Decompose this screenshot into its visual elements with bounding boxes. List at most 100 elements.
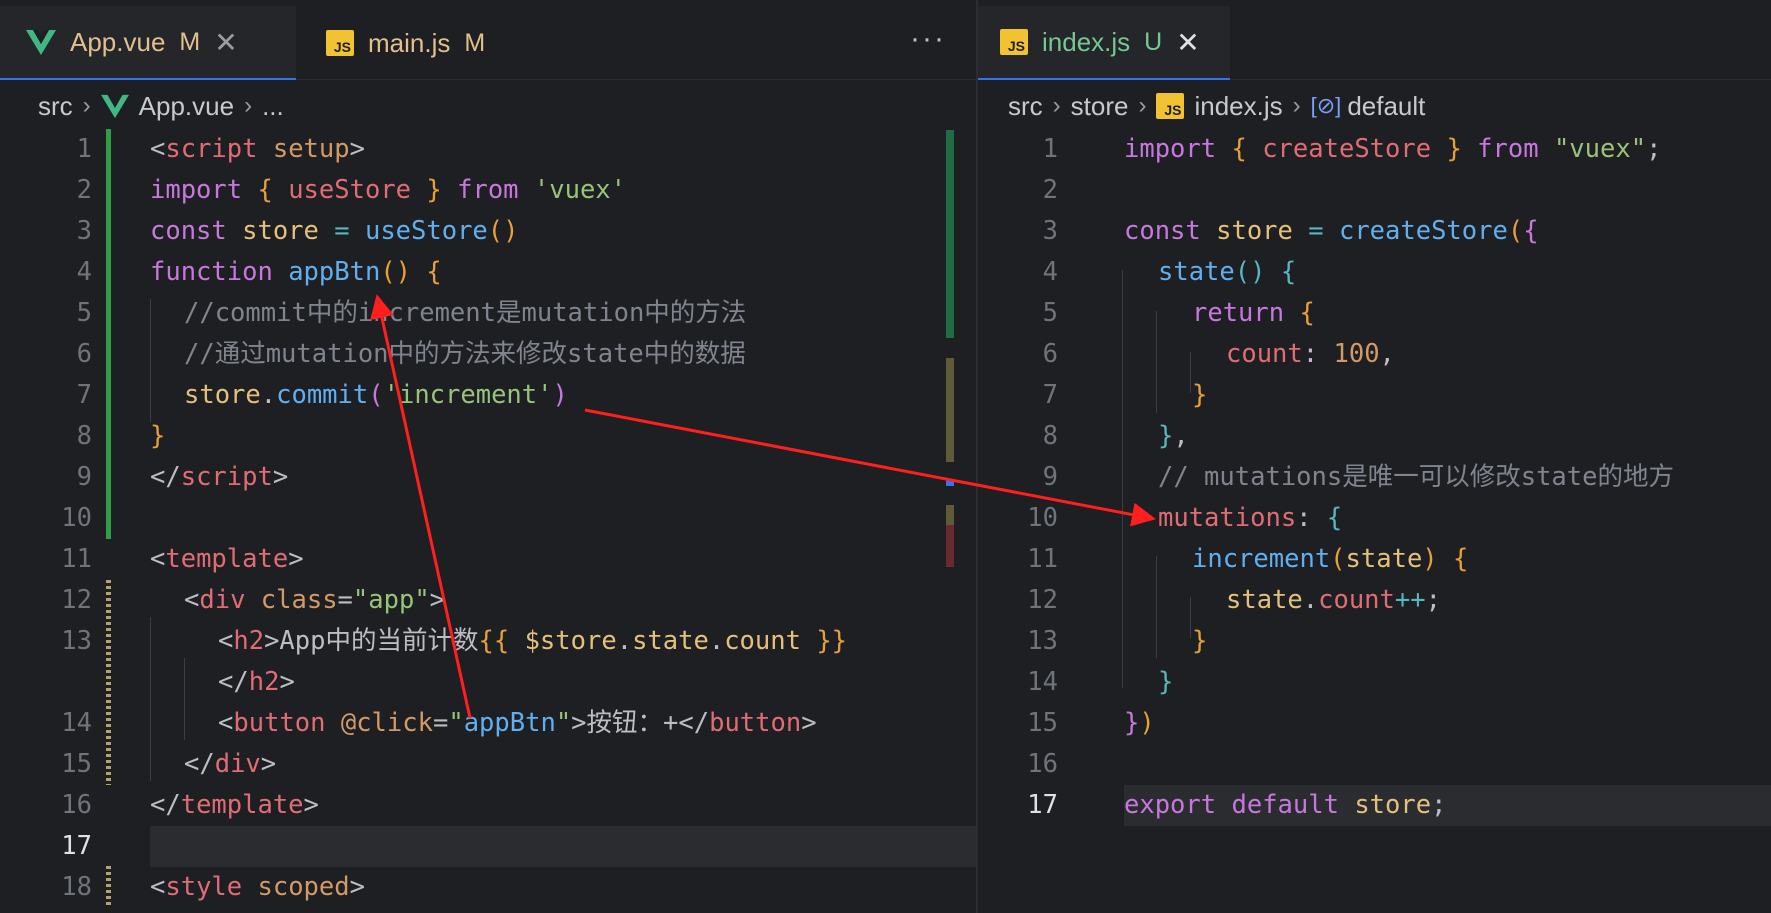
line-number: 13	[61, 626, 92, 656]
close-icon[interactable]: ✕	[214, 26, 237, 59]
js-icon: JS	[326, 30, 354, 56]
code-line: 11 increment(state) {	[978, 539, 1771, 580]
line-number: 10	[1027, 503, 1058, 533]
code-line: 14 <button @click="appBtn">按钮：+</button>	[0, 703, 976, 744]
code-line: 10 mutations: {	[978, 498, 1771, 539]
breadcrumb-symbol[interactable]: ...	[262, 91, 284, 122]
chevron-right-icon: ›	[1138, 92, 1147, 119]
tab-label: main.js	[368, 27, 451, 58]
tab-label: index.js	[1042, 26, 1131, 57]
line-number: 2	[1042, 175, 1058, 205]
line-number: 3	[1042, 216, 1058, 246]
line-number: 7	[76, 380, 92, 410]
code-line-current: 17 export default store;	[978, 785, 1771, 826]
tab-index-js[interactable]: JS index.js U ✕	[978, 6, 1230, 80]
code-line: 2	[978, 170, 1771, 211]
line-number: 4	[76, 257, 92, 287]
line-number: 1	[76, 134, 92, 164]
code-line: 8}	[0, 416, 976, 457]
code-editor-left[interactable]: 1 <script setup> 2 import { useStore } fro…	[0, 129, 976, 908]
line-number: 10	[61, 503, 92, 533]
untracked-badge: U	[1144, 27, 1163, 56]
symbol-variable-icon: [⊘]	[1310, 93, 1342, 118]
tab-app-vue[interactable]: App.vue M ✕	[0, 6, 296, 80]
code-line: 11 <template>	[0, 539, 976, 580]
code-line: 14}	[978, 662, 1771, 703]
line-number: 3	[76, 216, 92, 246]
breadcrumb-file[interactable]: App.vue	[139, 91, 234, 122]
code-line: 12 state.count++;	[978, 580, 1771, 621]
line-number: 6	[1042, 339, 1058, 369]
close-icon[interactable]: ✕	[1176, 26, 1199, 59]
code-line: 12 <div class="app">	[0, 580, 976, 621]
line-number: 15	[1027, 708, 1058, 738]
code-line: 16 </template>	[0, 785, 976, 826]
vue-icon	[26, 30, 56, 55]
breadcrumb-folder[interactable]: src	[38, 91, 73, 122]
line-number: 8	[1042, 421, 1058, 451]
code-line: 10	[0, 498, 976, 539]
breadcrumb-folder[interactable]: store	[1071, 91, 1129, 122]
modified-badge: M	[179, 27, 201, 56]
line-number: 6	[76, 339, 92, 369]
code-line: 3 const store = useStore()	[0, 211, 976, 252]
code-line: 18 <style scoped>	[0, 867, 976, 908]
line-number: 9	[76, 462, 92, 492]
line-number: 12	[61, 585, 92, 615]
line-number: 11	[1027, 544, 1058, 574]
line-number: 16	[61, 790, 92, 820]
chevron-right-icon: ›	[82, 92, 91, 119]
code-line: 7}	[978, 375, 1771, 416]
line-number: 18	[61, 872, 92, 902]
code-line: 2 import { useStore } from 'vuex'	[0, 170, 976, 211]
code-line: 15 </div>	[0, 744, 976, 785]
code-line: 4 state() {	[978, 252, 1771, 293]
more-actions-icon[interactable]: ···	[910, 22, 946, 56]
code-line: 1 import { createStore } from "vuex";	[978, 129, 1771, 170]
right-tab-bar: JS index.js U ✕	[978, 0, 1771, 80]
left-editor-pane: App.vue M ✕ JS main.js M ··· src › App.v…	[0, 0, 976, 913]
line-number: 7	[1042, 380, 1058, 410]
breadcrumb-file[interactable]: index.js	[1194, 91, 1282, 122]
chevron-right-icon: ›	[1052, 92, 1061, 119]
code-line: 16	[978, 744, 1771, 785]
line-number: 15	[61, 749, 92, 779]
current-line-highlight	[150, 826, 976, 867]
code-line: 6 count: 100,	[978, 334, 1771, 375]
tab-main-js[interactable]: JS main.js M	[300, 6, 501, 80]
code-line: 8},	[978, 416, 1771, 457]
line-number: 5	[76, 298, 92, 328]
line-number: 1	[1042, 134, 1058, 164]
line-number: 13	[1027, 626, 1058, 656]
js-icon: JS	[1156, 93, 1185, 119]
code-line: 13 <h2>App中的当前计数{{ $store.state.count }} …	[0, 621, 976, 703]
line-number: 4	[1042, 257, 1058, 287]
code-editor-right[interactable]: 1 import { createStore } from "vuex"; 2 3…	[978, 129, 1771, 826]
breadcrumb: src › store › JS index.js › [⊘] default	[1008, 86, 1425, 126]
code-line: 15})	[978, 703, 1771, 744]
line-number: 12	[1027, 585, 1058, 615]
code-line: 5//commit中的increment是mutation中的方法	[0, 293, 976, 334]
code-line: 7 store.commit('increment')	[0, 375, 976, 416]
code-line: 9// mutations是唯一可以修改state的地方	[978, 457, 1771, 498]
line-number: 8	[76, 421, 92, 451]
modified-badge: M	[464, 28, 486, 57]
breadcrumb-folder[interactable]: src	[1008, 91, 1043, 122]
code-line: 9 </script>	[0, 457, 976, 498]
tab-label: App.vue	[70, 26, 166, 57]
line-number: 17	[1027, 790, 1058, 820]
left-tab-bar: App.vue M ✕ JS main.js M ···	[0, 0, 976, 80]
line-number: 16	[1027, 749, 1058, 779]
vue-icon	[100, 94, 129, 119]
code-line: 4 function appBtn() {	[0, 252, 976, 293]
code-line: 13}	[978, 621, 1771, 662]
line-number: 17	[61, 831, 92, 861]
breadcrumb: src › App.vue › ...	[38, 86, 284, 126]
code-line: 1 <script setup>	[0, 129, 976, 170]
line-number: 9	[1042, 462, 1058, 492]
code-line-current: 17	[0, 826, 976, 867]
line-number: 14	[61, 708, 92, 738]
breadcrumb-symbol[interactable]: default	[1347, 91, 1425, 122]
line-number: 5	[1042, 298, 1058, 328]
chevron-right-icon: ›	[1292, 92, 1301, 119]
